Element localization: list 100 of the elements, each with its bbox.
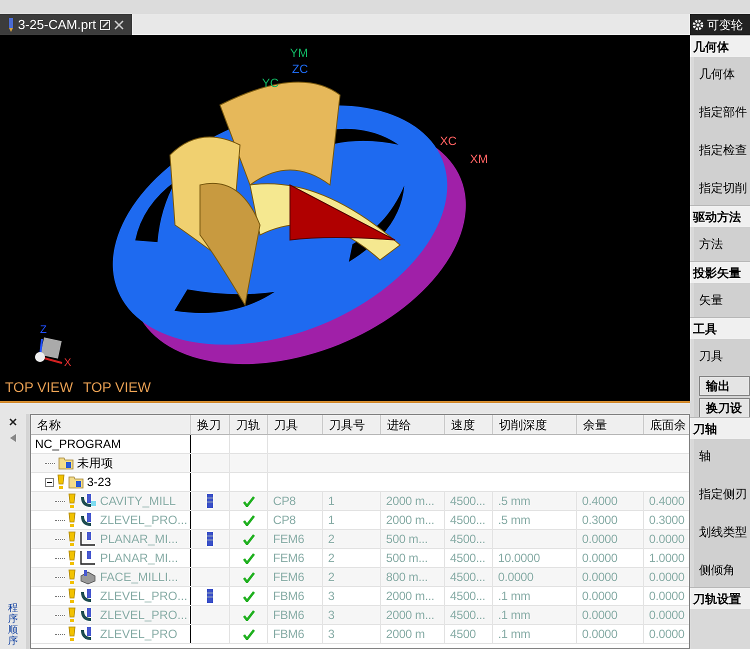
tool-change-icon — [207, 589, 213, 603]
column-header[interactable]: 名称 — [31, 415, 191, 434]
field-label: 划线类型 — [699, 524, 748, 541]
table-cell-text: FEM6 — [273, 569, 304, 586]
table-cell-text: 4500... — [450, 550, 486, 567]
edit-icon — [100, 20, 110, 30]
lightbulb-icon — [68, 588, 76, 604]
lightbulb-icon — [68, 626, 76, 642]
table-cell-text: 0.3000 — [582, 512, 618, 529]
tree-item[interactable]: 3-23 — [87, 473, 112, 491]
table-cell-text: 4500... — [450, 607, 486, 624]
operation-icon — [79, 550, 97, 566]
column-header[interactable]: 刀轨 — [230, 415, 268, 434]
field-label: 指定侧刃 — [699, 486, 748, 503]
table-cell-text: FBM6 — [273, 626, 304, 643]
table-cell-text: 0.0000 — [649, 569, 685, 586]
axis-label: XC — [440, 135, 457, 147]
table-cell-text: 2000 m... — [386, 512, 434, 529]
table-cell-text: 2 — [328, 550, 334, 567]
table-cell-text: FEM6 — [273, 531, 304, 548]
table-cell-text: 0.0000 — [582, 569, 618, 586]
table-cell-text: 2000 m — [386, 626, 425, 643]
column-header[interactable]: 刀具号 — [323, 415, 381, 434]
column-header[interactable]: 余量 — [577, 415, 644, 434]
table-cell-text: .5 mm — [498, 493, 530, 510]
lightbulb-icon — [68, 607, 76, 623]
field-label: 指定检查 — [699, 142, 748, 159]
table-cell-text: 3 — [328, 588, 334, 605]
table-cell-text: 4500... — [450, 569, 486, 586]
table-cell-text: 3 — [328, 607, 334, 624]
column-header[interactable]: 进给 — [381, 415, 445, 434]
table-cell-text: 0.0000 — [582, 550, 618, 567]
axis-label: XM — [470, 153, 488, 165]
section-header[interactable]: 刀轨设置 — [690, 587, 750, 609]
table-cell-text: 0.0000 — [582, 607, 618, 624]
field-label: 矢量 — [699, 292, 724, 309]
table-cell-text: 2000 m... — [386, 607, 434, 624]
view-label: TOP VIEW — [5, 378, 73, 397]
field-label: 刀具 — [699, 348, 724, 365]
table-cell-text: FEM6 — [273, 550, 304, 567]
table-cell-text: 0.0000 — [649, 626, 685, 643]
tool-change-icon — [207, 494, 213, 508]
table-cell-text: 0.0000 — [649, 531, 685, 548]
side-tab[interactable]: 程序顺序 — [8, 603, 18, 647]
table-cell-text: 0.4000 — [649, 493, 685, 510]
table-cell-text: 2000 m... — [386, 588, 434, 605]
table-cell-text: CP8 — [273, 493, 296, 510]
folder-icon — [58, 456, 74, 470]
table-cell-text: 500 m... — [386, 531, 428, 548]
table-cell-text: 0.0000 — [582, 626, 618, 643]
field-label: 几何体 — [699, 66, 736, 83]
lightbulb-icon — [68, 531, 76, 547]
column-header[interactable]: 速度 — [445, 415, 493, 434]
triad-label: Z — [40, 325, 47, 336]
table-cell-text: 800 m... — [386, 569, 428, 586]
table-cell-text: 0.0000 — [582, 531, 618, 548]
file-tab[interactable]: 3-25-CAM.prt — [0, 14, 132, 35]
table-cell-text: 0.4000 — [582, 493, 618, 510]
section-header[interactable]: 几何体 — [690, 35, 750, 57]
table-cell-text: 4500... — [450, 493, 486, 510]
table-cell-text: 4500... — [450, 531, 486, 548]
table-cell-text: 2 — [328, 531, 334, 548]
field-label: 指定切削 — [699, 180, 748, 197]
field-label: 指定部件 — [699, 104, 748, 121]
tree-item[interactable]: 未用项 — [77, 454, 113, 472]
panel-button[interactable]: 输出 — [699, 376, 750, 396]
column-header[interactable]: 换刀 — [191, 415, 230, 434]
section-header[interactable]: 工具 — [690, 317, 750, 339]
collapse-arrow-icon[interactable] — [10, 434, 16, 442]
operation-icon — [79, 493, 97, 509]
lightbulb-icon — [57, 474, 65, 490]
column-header[interactable]: 切削深度 — [493, 415, 577, 434]
table-cell-text: CP8 — [273, 512, 296, 529]
close-icon[interactable] — [9, 418, 17, 426]
tab-title: 3-25-CAM.prt — [18, 16, 96, 34]
table-cell-text: 0.0000 — [498, 569, 534, 586]
lightbulb-icon — [68, 569, 76, 585]
lightbulb-icon — [68, 550, 76, 566]
axis-label: ZC — [292, 63, 308, 75]
expand-toggle[interactable] — [45, 478, 54, 486]
settings-icon[interactable] — [692, 18, 704, 30]
field-label: 方法 — [699, 236, 724, 253]
section-header[interactable]: 投影矢量 — [690, 261, 750, 283]
tool-change-icon — [207, 532, 213, 546]
folder-icon — [68, 475, 84, 489]
table-cell-text: 1.0000 — [649, 550, 685, 567]
table-cell-text: 10.0000 — [498, 550, 540, 567]
tree-item[interactable]: NC_PROGRAM — [35, 435, 122, 453]
table-cell-text: .1 mm — [498, 607, 530, 624]
panel-button[interactable]: 换刀设 — [699, 398, 750, 418]
operation-icon — [79, 531, 97, 547]
table-cell-text: FBM6 — [273, 607, 304, 624]
lightbulb-icon — [68, 493, 76, 509]
lightbulb-icon — [68, 512, 76, 528]
section-header[interactable]: 刀轴 — [690, 417, 750, 439]
table-cell-text: 0.0000 — [582, 588, 618, 605]
table-cell-text: 4500... — [450, 588, 486, 605]
column-header[interactable]: 刀具 — [268, 415, 323, 434]
section-header[interactable]: 驱动方法 — [690, 205, 750, 227]
triad-label: X — [64, 358, 72, 369]
